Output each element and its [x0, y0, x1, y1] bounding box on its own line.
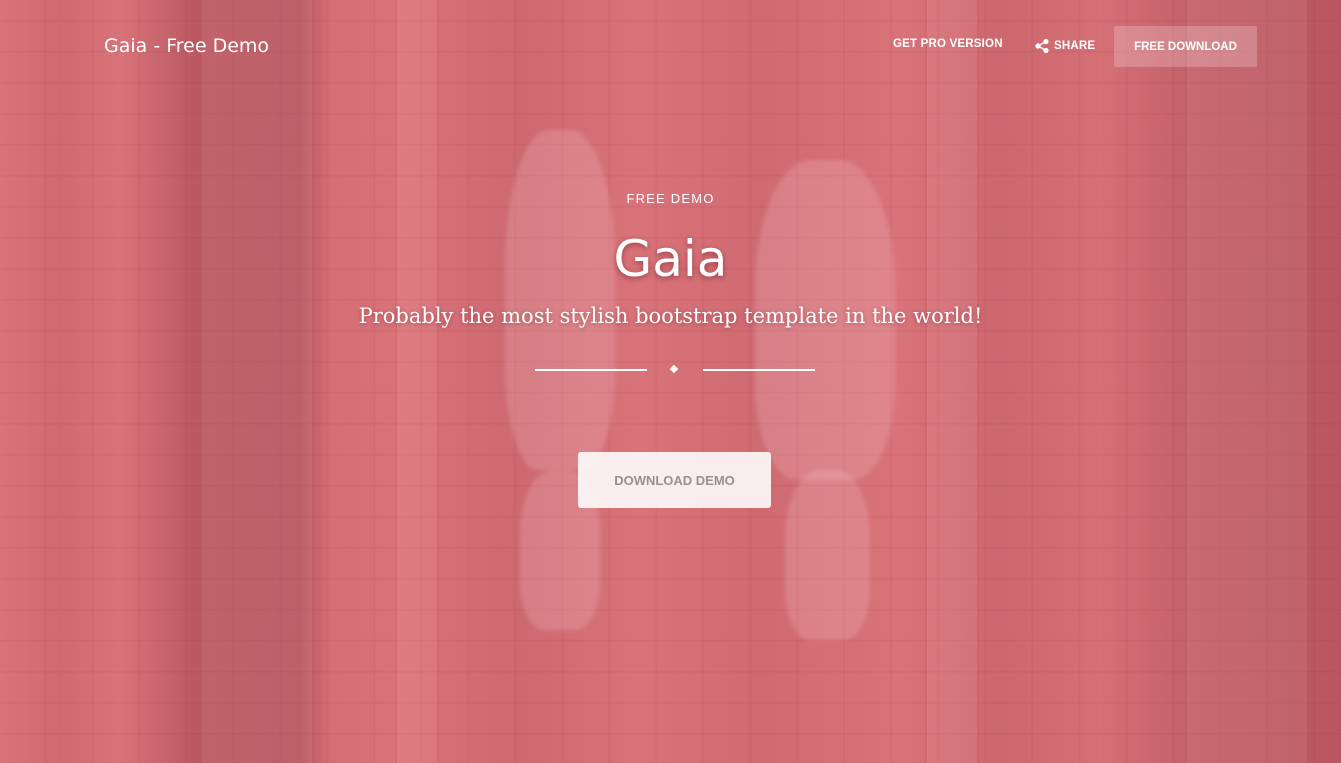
download-demo-button[interactable]: DOWNLOAD DEMO [578, 452, 771, 508]
hero-kicker: FREE DEMO [626, 191, 715, 206]
hero-title: Gaia [613, 230, 728, 288]
hero-separator [535, 362, 815, 378]
hero-subtitle: Probably the most stylish bootstrap temp… [358, 304, 983, 328]
separator-line-right [703, 369, 815, 371]
hero-section: FREE DEMO Gaia Probably the most stylish… [0, 0, 1341, 763]
diamond-icon [669, 364, 679, 374]
separator-line-left [535, 369, 647, 371]
